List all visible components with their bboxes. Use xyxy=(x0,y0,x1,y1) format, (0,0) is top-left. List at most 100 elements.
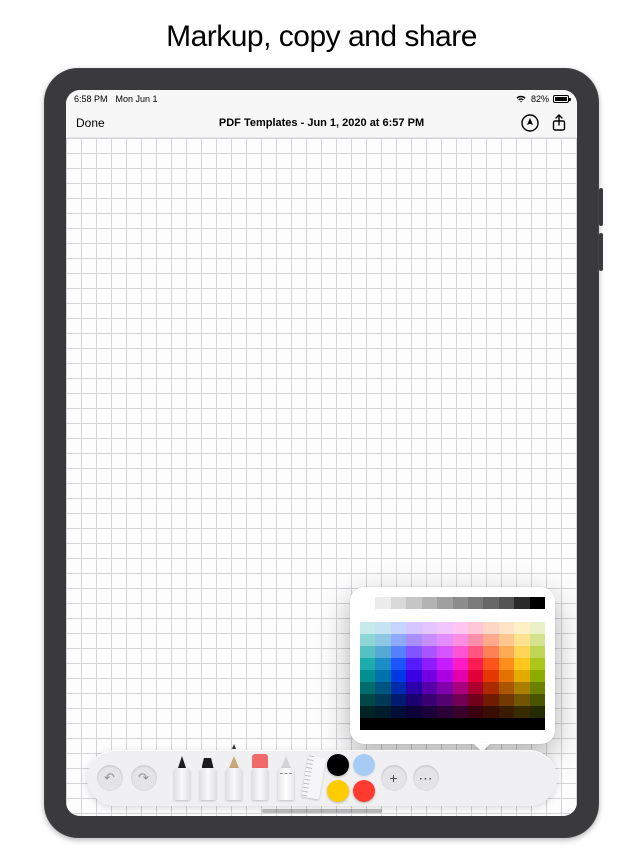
color-cell[interactable] xyxy=(530,634,545,646)
color-cell[interactable] xyxy=(530,610,545,622)
color-cell[interactable] xyxy=(483,682,498,694)
color-cell[interactable] xyxy=(483,646,498,658)
color-cell[interactable] xyxy=(422,646,437,658)
color-cell[interactable] xyxy=(360,610,375,622)
color-cell[interactable] xyxy=(375,718,390,730)
color-cell[interactable] xyxy=(437,610,452,622)
share-icon[interactable] xyxy=(551,114,567,132)
color-cell[interactable] xyxy=(514,622,529,634)
gray-cell[interactable] xyxy=(360,597,375,609)
color-cell[interactable] xyxy=(453,718,468,730)
marker-tool[interactable] xyxy=(197,754,219,800)
color-cell[interactable] xyxy=(514,682,529,694)
color-cell[interactable] xyxy=(360,658,375,670)
color-cell[interactable] xyxy=(422,682,437,694)
color-cell[interactable] xyxy=(514,658,529,670)
color-cell[interactable] xyxy=(391,610,406,622)
gray-cell[interactable] xyxy=(437,597,452,609)
redo-button[interactable]: ↷ xyxy=(131,765,157,791)
color-cell[interactable] xyxy=(483,610,498,622)
color-cell[interactable] xyxy=(422,610,437,622)
color-cell[interactable] xyxy=(422,658,437,670)
color-cell[interactable] xyxy=(483,622,498,634)
color-cell[interactable] xyxy=(499,646,514,658)
pencil-tool[interactable] xyxy=(223,754,245,800)
color-cell[interactable] xyxy=(483,670,498,682)
more-button[interactable]: ⋯ xyxy=(413,765,439,791)
color-cell[interactable] xyxy=(391,622,406,634)
color-cell[interactable] xyxy=(453,634,468,646)
color-cell[interactable] xyxy=(422,670,437,682)
color-cell[interactable] xyxy=(391,670,406,682)
color-cell[interactable] xyxy=(422,706,437,718)
eraser-tool[interactable] xyxy=(249,754,271,800)
color-cell[interactable] xyxy=(530,646,545,658)
color-cell[interactable] xyxy=(468,658,483,670)
color-cell[interactable] xyxy=(468,694,483,706)
drawing-canvas[interactable]: ↶ ↷ + ⋯ xyxy=(66,138,577,816)
color-cell[interactable] xyxy=(375,646,390,658)
color-cell[interactable] xyxy=(483,634,498,646)
color-cell[interactable] xyxy=(375,694,390,706)
color-cell[interactable] xyxy=(499,718,514,730)
color-cell[interactable] xyxy=(391,706,406,718)
color-cell[interactable] xyxy=(453,682,468,694)
color-cell[interactable] xyxy=(499,682,514,694)
color-cell[interactable] xyxy=(514,718,529,730)
color-cell[interactable] xyxy=(468,610,483,622)
undo-button[interactable]: ↶ xyxy=(97,765,123,791)
volume-down-button[interactable] xyxy=(599,233,603,271)
color-cell[interactable] xyxy=(499,634,514,646)
color-cell[interactable] xyxy=(406,646,421,658)
gray-cell[interactable] xyxy=(391,597,406,609)
color-cell[interactable] xyxy=(437,706,452,718)
color-cell[interactable] xyxy=(375,670,390,682)
gray-cell[interactable] xyxy=(422,597,437,609)
swatch-blue[interactable] xyxy=(353,754,375,776)
gray-cell[interactable] xyxy=(468,597,483,609)
color-cell[interactable] xyxy=(406,706,421,718)
color-cell[interactable] xyxy=(375,658,390,670)
color-cell[interactable] xyxy=(422,634,437,646)
color-cell[interactable] xyxy=(499,622,514,634)
color-cell[interactable] xyxy=(375,622,390,634)
swatch-black[interactable] xyxy=(327,754,349,776)
color-cell[interactable] xyxy=(437,694,452,706)
gray-cell[interactable] xyxy=(375,597,390,609)
color-cell[interactable] xyxy=(375,610,390,622)
color-cell[interactable] xyxy=(483,658,498,670)
color-cell[interactable] xyxy=(406,682,421,694)
color-cell[interactable] xyxy=(483,706,498,718)
gray-cell[interactable] xyxy=(514,597,529,609)
color-cell[interactable] xyxy=(437,646,452,658)
done-button[interactable]: Done xyxy=(76,116,105,130)
color-cell[interactable] xyxy=(499,694,514,706)
color-cell[interactable] xyxy=(375,634,390,646)
color-cell[interactable] xyxy=(499,658,514,670)
color-cell[interactable] xyxy=(391,682,406,694)
color-cell[interactable] xyxy=(468,634,483,646)
color-cell[interactable] xyxy=(391,634,406,646)
color-cell[interactable] xyxy=(437,670,452,682)
color-cell[interactable] xyxy=(530,718,545,730)
markup-toggle-icon[interactable] xyxy=(521,114,539,132)
color-cell[interactable] xyxy=(468,682,483,694)
color-cell[interactable] xyxy=(530,682,545,694)
color-cell[interactable] xyxy=(483,694,498,706)
color-cell[interactable] xyxy=(514,694,529,706)
gray-cell[interactable] xyxy=(406,597,421,609)
color-cell[interactable] xyxy=(360,622,375,634)
color-cell[interactable] xyxy=(499,706,514,718)
color-cell[interactable] xyxy=(391,694,406,706)
color-cell[interactable] xyxy=(514,634,529,646)
color-cell[interactable] xyxy=(406,634,421,646)
color-cell[interactable] xyxy=(453,610,468,622)
color-cell[interactable] xyxy=(422,622,437,634)
color-cell[interactable] xyxy=(360,718,375,730)
color-cell[interactable] xyxy=(406,718,421,730)
color-cell[interactable] xyxy=(453,658,468,670)
color-cell[interactable] xyxy=(453,670,468,682)
color-cell[interactable] xyxy=(468,670,483,682)
ruler-tool[interactable] xyxy=(301,756,321,800)
color-cell[interactable] xyxy=(360,694,375,706)
